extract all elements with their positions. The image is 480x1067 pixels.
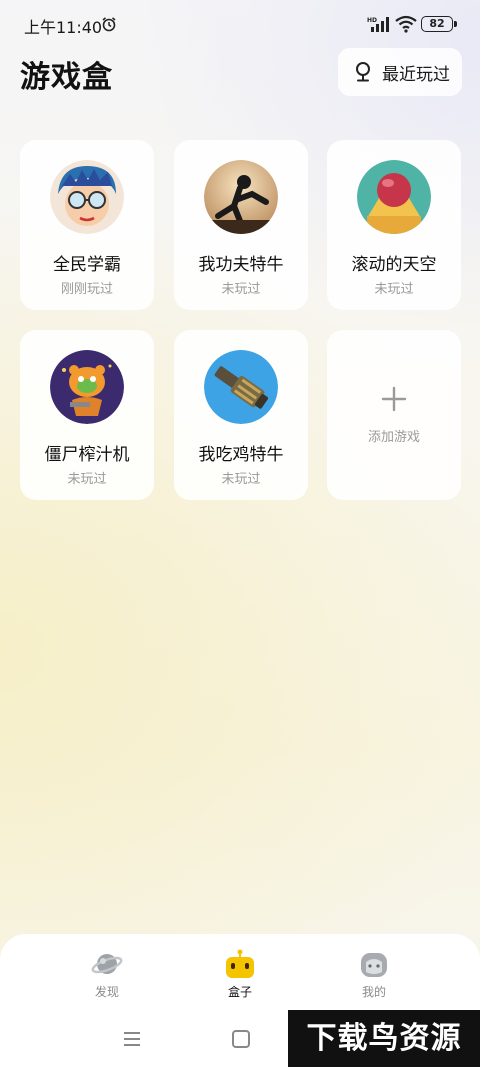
wifi-icon (395, 15, 417, 33)
add-game-label: 添加游戏 (367, 430, 420, 445)
zombie-tiger-icon (50, 350, 124, 424)
robot-box-icon (226, 949, 254, 978)
status-bar: 上午11:40 HD 82 (0, 0, 480, 48)
alarm-icon (102, 17, 116, 32)
game-card[interactable]: 我功夫特牛 未玩过 (174, 140, 308, 310)
cartoon-boy-glasses-icon (50, 160, 124, 234)
history-pin-icon (356, 62, 370, 82)
game-card[interactable]: 滚动的天空 未玩过 (327, 140, 461, 310)
page-title: 游戏盒 (20, 60, 113, 95)
nav-tab-mine[interactable]: 我的 (334, 948, 414, 1000)
game-status: 未玩过 (221, 472, 261, 487)
watermark-logo: 下载鸟资源 (288, 1010, 480, 1067)
game-status: 未玩过 (374, 282, 414, 297)
game-name: 全民学霸 (53, 255, 121, 275)
nav-tab-discover[interactable]: 发现 (67, 948, 147, 1000)
game-name: 我功夫特牛 (198, 255, 284, 275)
status-time: 上午11:40 (24, 18, 103, 37)
game-name: 滚动的天空 (351, 255, 437, 275)
nav-tab-box[interactable]: 盒子 (200, 948, 280, 1000)
game-card[interactable]: 僵尸榨汁机 未玩过 (20, 330, 154, 500)
signal-icon: HD (367, 17, 389, 32)
menu-icon[interactable] (122, 1030, 142, 1048)
plus-icon (381, 386, 407, 412)
add-game-card[interactable]: 添加游戏 (327, 330, 461, 500)
face-icon (361, 953, 387, 977)
recently-played-button[interactable]: 最近玩过 (338, 48, 462, 96)
planet-icon (91, 954, 123, 974)
game-status: 未玩过 (67, 472, 107, 487)
battery-indicator: 82 (421, 16, 457, 32)
game-card[interactable]: 全民学霸 刚刚玩过 (20, 140, 154, 310)
nav-label-box: 盒子 (227, 985, 252, 999)
home-button[interactable] (232, 1030, 250, 1048)
game-card[interactable]: 我吃鸡特牛 未玩过 (174, 330, 308, 500)
game-name: 僵尸榨汁机 (44, 445, 130, 465)
gatling-gun-icon (204, 350, 278, 424)
game-status: 未玩过 (221, 282, 261, 297)
recently-played-label: 最近玩过 (382, 64, 450, 85)
game-name: 我吃鸡特牛 (198, 445, 284, 465)
nav-label-discover: 发现 (94, 985, 119, 999)
nav-label-mine: 我的 (361, 985, 386, 999)
red-ball-icon (357, 160, 431, 234)
game-status: 刚刚玩过 (60, 282, 113, 297)
network-label: HD (367, 17, 377, 24)
kungfu-silhouette-icon (204, 160, 278, 234)
